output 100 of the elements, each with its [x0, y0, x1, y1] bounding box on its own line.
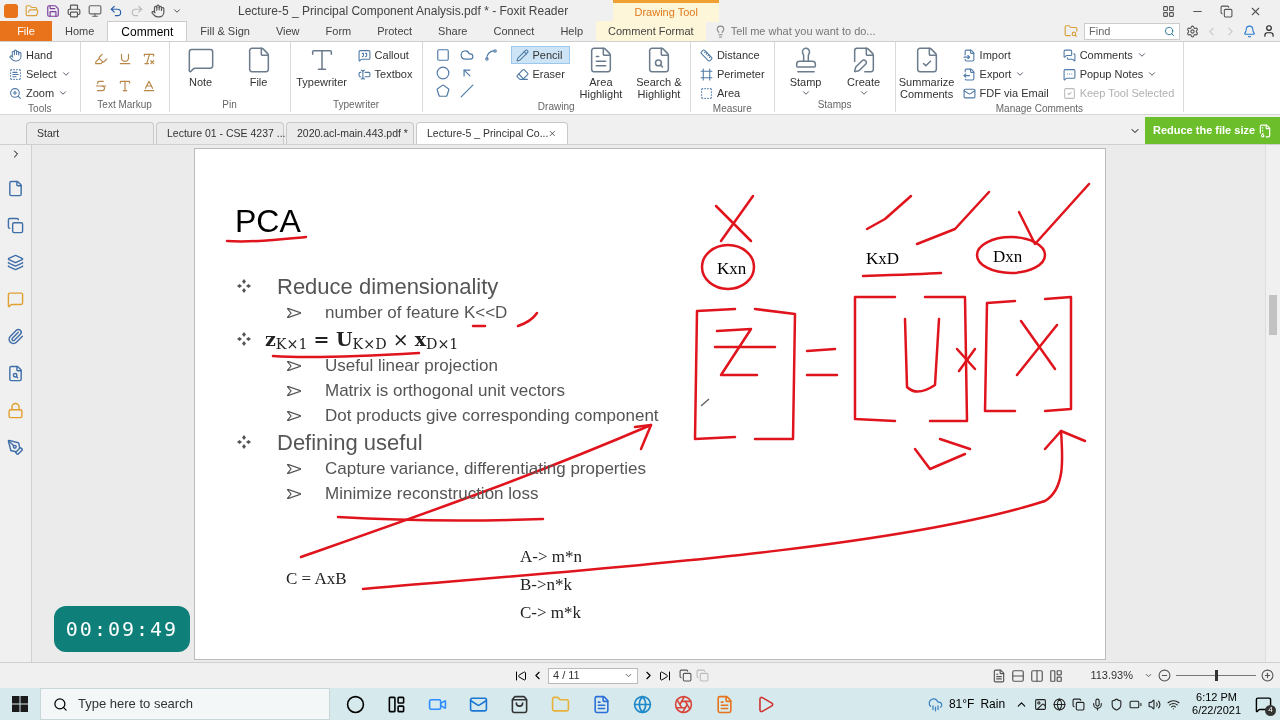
document-tab[interactable]: Lecture-5 _ Principal Co...	[416, 122, 568, 144]
ribbon-button[interactable]: Comments	[1057, 46, 1180, 64]
volume-icon[interactable]	[1148, 697, 1162, 711]
shield-icon[interactable]	[1110, 697, 1124, 711]
ribbon-button[interactable]: Textbox	[352, 65, 418, 83]
export-icon	[962, 67, 976, 81]
page-icon[interactable]	[7, 180, 24, 197]
find-field[interactable]: Find	[1084, 22, 1180, 40]
slider-thumb[interactable]	[1214, 670, 1218, 681]
taskbar-search-field[interactable]: Type here to search	[40, 688, 330, 720]
menu-tab[interactable]: Share	[425, 21, 481, 41]
ribbon-button[interactable]: File	[231, 46, 286, 98]
menu-tab[interactable]: Home	[52, 21, 108, 41]
settings-icon[interactable]	[1186, 24, 1199, 38]
avatar-icon[interactable]	[1262, 24, 1276, 38]
ribbon-button[interactable]: Note	[173, 46, 228, 98]
task-view-icon[interactable]	[346, 694, 365, 714]
first-page-icon[interactable]	[515, 669, 527, 682]
previous-view-icon[interactable]	[679, 669, 692, 682]
restore-icon[interactable]	[1220, 4, 1233, 18]
hand-icon[interactable]	[151, 4, 165, 18]
temperature: 81°F	[948, 696, 975, 713]
mail-icon[interactable]	[469, 694, 488, 714]
menu-tab[interactable]: Connect	[480, 21, 548, 41]
microphone-icon[interactable]	[1091, 697, 1105, 711]
undo-icon[interactable]	[109, 4, 123, 18]
ribbon-button[interactable]: Eraser	[510, 65, 570, 83]
ribbon-button[interactable]: Import	[957, 46, 1054, 64]
menu-tab[interactable]: View	[262, 21, 313, 41]
ribbon-button[interactable]: Summarize Comments	[899, 46, 954, 102]
screen-icon[interactable]	[88, 4, 102, 18]
hand-icon	[9, 48, 22, 62]
line-icon	[459, 84, 474, 98]
layout-icon[interactable]	[1162, 4, 1175, 18]
widgets-icon[interactable]	[387, 694, 406, 714]
wifi-icon[interactable]	[1167, 697, 1181, 711]
ribbon-button[interactable]: Create	[836, 46, 891, 98]
scrollbar[interactable]	[1265, 145, 1280, 662]
ribbon-button[interactable]: Distance	[694, 46, 770, 64]
layers-icon[interactable]	[7, 254, 24, 271]
ribbon-button[interactable]: Select	[4, 65, 76, 83]
facing-icon[interactable]	[1030, 668, 1045, 683]
group-label: Typewriter	[331, 98, 381, 112]
ribbon-button[interactable]: Export	[957, 65, 1054, 83]
highlighter-icon	[93, 52, 108, 66]
attachment-icon[interactable]	[7, 328, 24, 345]
cover-icon[interactable]	[1049, 668, 1064, 683]
group-label: Pin	[221, 98, 238, 112]
save-icon[interactable]	[46, 4, 60, 18]
last-page-icon[interactable]	[659, 669, 671, 682]
ribbon-button[interactable]: FDF via Email	[957, 84, 1054, 102]
ribbon-button[interactable]: Search & Highlight	[631, 46, 686, 100]
ribbon-button[interactable]: Popup Notes	[1057, 65, 1180, 83]
document-search-icon[interactable]	[7, 365, 24, 382]
browser-icon[interactable]	[633, 694, 652, 714]
ribbon-button[interactable]: Area Highlight	[573, 46, 628, 100]
menu-tab[interactable]: Protect	[364, 21, 426, 41]
ribbon-button[interactable]: Pencil	[510, 46, 570, 64]
tray-app-icon[interactable]	[1072, 697, 1086, 711]
ribbon-button[interactable]: Perimeter	[694, 65, 770, 83]
pages-icon[interactable]	[7, 217, 24, 234]
pdf-reader-icon[interactable]	[715, 694, 734, 714]
close-icon[interactable]	[548, 128, 557, 139]
document-tab[interactable]: 2020.acl-main.443.pdf *	[286, 122, 414, 144]
windows-logo-icon[interactable]	[12, 696, 28, 712]
tray-app-icon[interactable]	[1034, 697, 1048, 711]
ribbon-button[interactable]: Hand	[4, 46, 76, 64]
store-icon[interactable]	[510, 694, 529, 714]
browser-icon[interactable]	[674, 694, 693, 714]
ribbon-button[interactable]: Typewriter	[294, 46, 349, 98]
textbox-icon	[357, 67, 371, 81]
zoom-icon	[9, 86, 22, 100]
menu-tab[interactable]: Comment	[107, 21, 188, 41]
page-number-field[interactable]: 4 / 11	[548, 667, 638, 684]
print-icon[interactable]	[67, 4, 81, 18]
zoom-in-icon[interactable]	[1261, 669, 1274, 682]
menu-tab[interactable]: Form	[312, 21, 365, 41]
document-icon[interactable]	[592, 694, 611, 714]
menu-tab[interactable]: Comment Format	[596, 21, 706, 41]
ribbon-button[interactable]: Callout	[352, 46, 418, 64]
zoom-out-icon[interactable]	[1158, 669, 1171, 682]
caret-icon[interactable]	[172, 6, 182, 16]
ribbon-button[interactable]: Zoom	[4, 84, 76, 102]
continuous-icon[interactable]	[1011, 668, 1026, 683]
tell-me-field[interactable]: Tell me what you want to do...	[713, 21, 876, 41]
tray-app-icon[interactable]	[1053, 697, 1067, 711]
document-tab[interactable]: Lecture 01 - CSE 4237 ...	[156, 122, 284, 144]
menu-tab[interactable]: Fill & Sign	[187, 21, 263, 41]
ribbon-button[interactable]: Stamp	[778, 46, 833, 98]
single-page-icon[interactable]	[992, 668, 1007, 683]
document-tab[interactable]: Start	[26, 122, 154, 144]
zoom-slider[interactable]	[1176, 669, 1256, 682]
recorder-icon[interactable]	[756, 694, 775, 714]
arrow-bullet-icon	[287, 410, 301, 421]
bell-icon[interactable]	[1243, 24, 1256, 38]
ribbon-button[interactable]: Area	[694, 84, 770, 102]
pen-icon[interactable]	[7, 439, 24, 456]
caret-icon[interactable]	[1144, 671, 1153, 680]
timer: 00:09:49	[54, 606, 190, 652]
menu-tab[interactable]: Help	[547, 21, 597, 41]
